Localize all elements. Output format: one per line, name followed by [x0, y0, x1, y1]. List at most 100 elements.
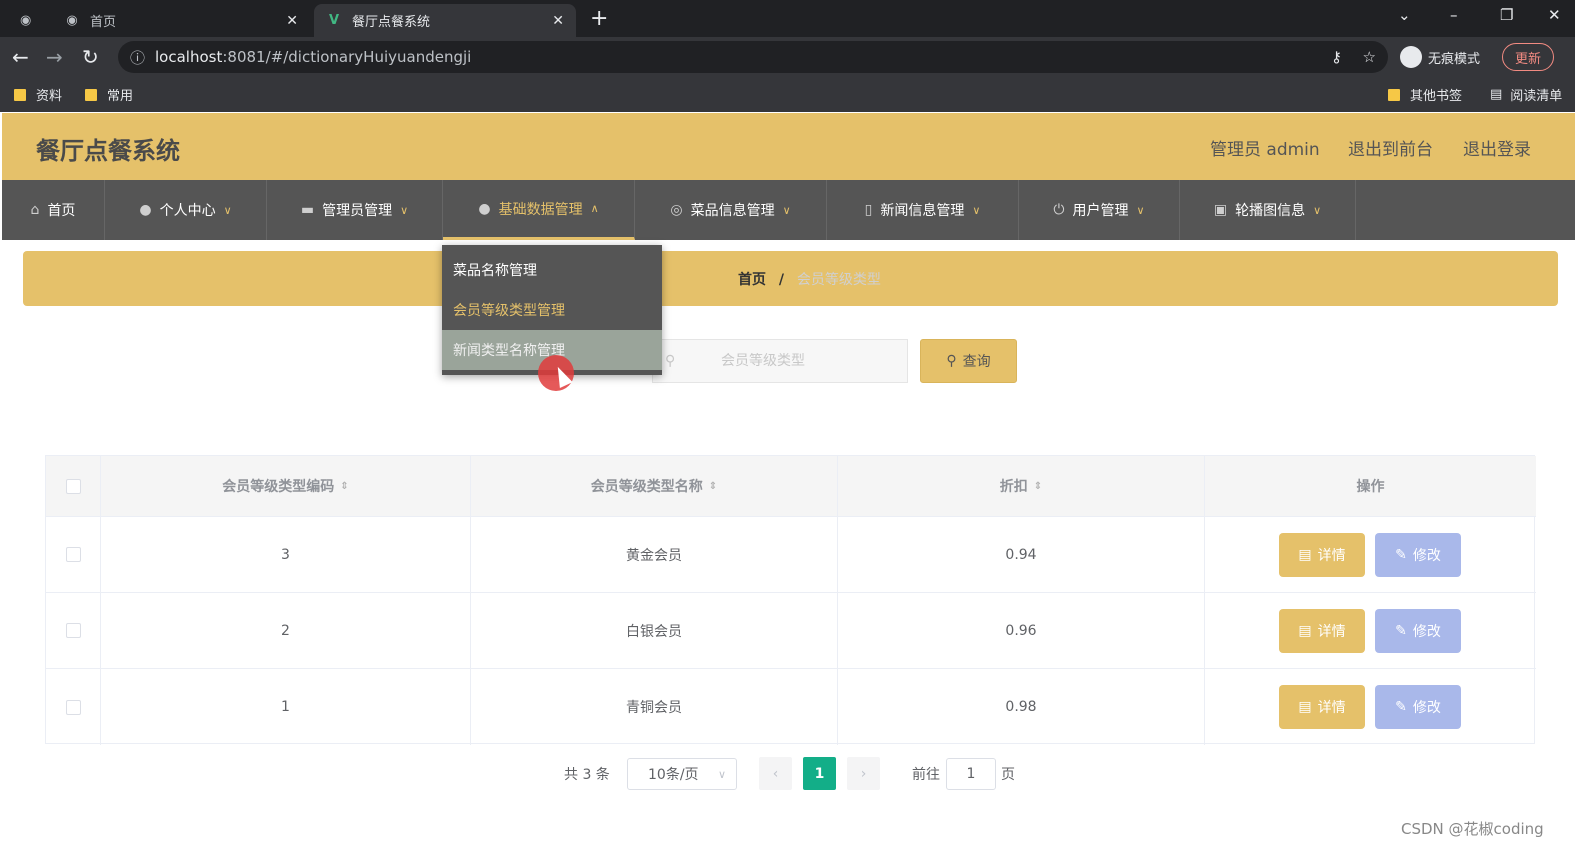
row-select-cell	[46, 593, 101, 668]
table-row: 1 青铜会员 0.98 ▤ 详情 ✎ 修改	[46, 669, 1536, 745]
row-checkbox[interactable]	[65, 699, 81, 715]
detail-label: 详情	[1317, 700, 1346, 716]
submenu-item-member-levels[interactable]: 会员等级类型管理	[442, 290, 662, 330]
search-field[interactable]: ⚲	[652, 339, 908, 383]
star-icon[interactable]: ☆	[1363, 48, 1376, 66]
phone-icon: ▯	[864, 202, 873, 218]
breadcrumb-bar: 首页 / 会员等级类型	[23, 251, 1558, 306]
sort-icon[interactable]: ⇕	[1034, 481, 1042, 492]
globe-icon: ◉	[66, 13, 78, 28]
nav-item-admin[interactable]: ▬ 管理员管理 ∨	[267, 180, 443, 240]
search-input[interactable]	[721, 353, 907, 369]
browser-tab-home[interactable]: ◉ 首页 ✕	[52, 4, 310, 37]
bookmark-label: 资料	[36, 89, 63, 104]
table-row: 2 白银会员 0.96 ▤ 详情 ✎ 修改	[46, 593, 1536, 669]
detail-button[interactable]: ▤ 详情	[1279, 608, 1365, 653]
edit-label: 修改	[1412, 700, 1441, 716]
chevron-down-icon: ∨	[972, 203, 981, 217]
cell-code: 1	[101, 669, 471, 745]
close-tab-icon[interactable]: ✕	[552, 13, 564, 29]
nav-item-profile[interactable]: ● 个人中心 ∨	[105, 180, 267, 240]
column-header-name[interactable]: 会员等级类型名称 ⇕	[471, 456, 838, 516]
cell-code: 2	[101, 593, 471, 668]
nav-item-basic-data[interactable]: ● 基础数据管理 ∧	[443, 180, 635, 240]
row-checkbox[interactable]	[65, 623, 81, 638]
close-tab-icon[interactable]: ✕	[286, 13, 298, 29]
close-window-icon[interactable]: ✕	[1548, 6, 1561, 24]
browser-tab-app[interactable]: V 餐厅点餐系统 ✕	[314, 4, 576, 37]
to-front-link[interactable]: 退出到前台	[1348, 135, 1433, 160]
cell-code: 3	[101, 517, 471, 592]
select-all-checkbox[interactable]	[65, 478, 81, 494]
bookmark-folder[interactable]: 常用	[85, 85, 133, 104]
url-field[interactable]: ⓘ localhost :8081/#/dictionaryHuiyuanden…	[118, 41, 1388, 73]
folder-icon	[1388, 88, 1400, 101]
folder-icon	[14, 88, 26, 101]
bookmark-folder[interactable]: 资料	[14, 85, 62, 104]
goto-page-input[interactable]	[946, 758, 996, 790]
nav-item-home[interactable]: ⌂ 首页	[2, 180, 105, 240]
other-bookmarks[interactable]: 其他书签	[1388, 85, 1462, 104]
nav-item-news[interactable]: ▯ 新闻信息管理 ∨	[827, 180, 1019, 240]
page-size-select[interactable]: 10条/页 ∨	[627, 758, 737, 790]
url-host: localhost	[155, 48, 223, 66]
breadcrumb-home[interactable]: 首页	[738, 272, 766, 288]
vue-logo-icon: V	[328, 13, 340, 28]
reload-icon[interactable]: ↻	[82, 45, 99, 69]
nav-item-carousel[interactable]: ▣ 轮播图信息 ∨	[1180, 180, 1356, 240]
edit-icon: ✎	[1395, 622, 1407, 639]
nav-label: 用户管理	[1072, 203, 1129, 219]
edit-button[interactable]: ✎ 修改	[1375, 685, 1461, 729]
detail-button[interactable]: ▤ 详情	[1279, 532, 1365, 577]
logout-link[interactable]: 退出登录	[1463, 135, 1531, 160]
query-button[interactable]: ⚲ 查询	[920, 339, 1017, 383]
globe-icon: ◉	[20, 13, 32, 28]
briefcase-icon: ▬	[300, 202, 315, 218]
incognito-icon	[1400, 46, 1422, 68]
cell-name: 黄金会员	[471, 517, 838, 592]
back-icon[interactable]: ←	[12, 45, 29, 69]
prev-page-button[interactable]: ‹	[759, 757, 792, 790]
url-path: :8081/#/dictionaryHuiyuandengji	[222, 48, 472, 66]
document-icon: ▤	[1298, 546, 1312, 563]
browser-tab-strip: ◉ ◉ 首页 ✕ V 餐厅点餐系统 ✕ + ⌄ – ❐ ✕	[0, 0, 1575, 37]
detail-button[interactable]: ▤ 详情	[1279, 685, 1365, 729]
forward-icon[interactable]: →	[46, 45, 63, 69]
edit-button[interactable]: ✎ 修改	[1375, 532, 1461, 577]
info-icon: ⓘ	[130, 48, 146, 67]
new-tab-icon[interactable]: +	[590, 6, 608, 31]
sort-icon[interactable]: ⇕	[709, 481, 717, 492]
edit-icon: ✎	[1395, 546, 1407, 563]
column-header-code[interactable]: 会员等级类型编码 ⇕	[101, 456, 471, 516]
incognito-label: 无痕模式	[1428, 51, 1481, 67]
incognito-indicator[interactable]: 无痕模式	[1400, 43, 1480, 71]
submenu-item-dish-names[interactable]: 菜品名称管理	[442, 250, 662, 290]
reading-list[interactable]: ▤ 阅读清单	[1490, 85, 1562, 104]
detail-label: 详情	[1317, 547, 1346, 564]
edit-button[interactable]: ✎ 修改	[1375, 608, 1461, 653]
chevron-down-icon: ∨	[400, 203, 409, 217]
nav-item-dishes[interactable]: ◎ 菜品信息管理 ∨	[635, 180, 827, 240]
key-icon[interactable]: ⚷	[1331, 48, 1342, 66]
minimize-icon[interactable]: –	[1450, 6, 1458, 24]
sort-icon[interactable]: ⇕	[340, 481, 348, 492]
breadcrumb: 首页 / 会员等级类型	[738, 269, 881, 289]
update-button[interactable]: 更新	[1502, 43, 1555, 71]
browser-menu-tab[interactable]: ◉	[8, 4, 48, 37]
column-header-label: 操作	[1356, 479, 1385, 495]
goto-suffix: 页	[1001, 767, 1015, 783]
restore-icon[interactable]: ❐	[1500, 6, 1513, 24]
chevron-down-icon[interactable]: ⌄	[1398, 6, 1411, 24]
page-number-current[interactable]: 1	[803, 757, 836, 790]
row-checkbox[interactable]	[65, 547, 81, 562]
next-page-button[interactable]: ›	[847, 757, 880, 790]
user-icon: ●	[478, 200, 491, 217]
bookmark-label: 常用	[107, 89, 134, 104]
column-header-discount[interactable]: 折扣 ⇕	[838, 456, 1205, 516]
nav-item-users[interactable]: ⏻ 用户管理 ∨	[1019, 180, 1180, 240]
detail-label: 详情	[1317, 623, 1346, 640]
column-header-label: 折扣	[999, 479, 1028, 495]
cell-discount: 0.96	[838, 593, 1205, 668]
edit-icon: ✎	[1395, 699, 1407, 715]
nav-label: 首页	[47, 203, 76, 219]
